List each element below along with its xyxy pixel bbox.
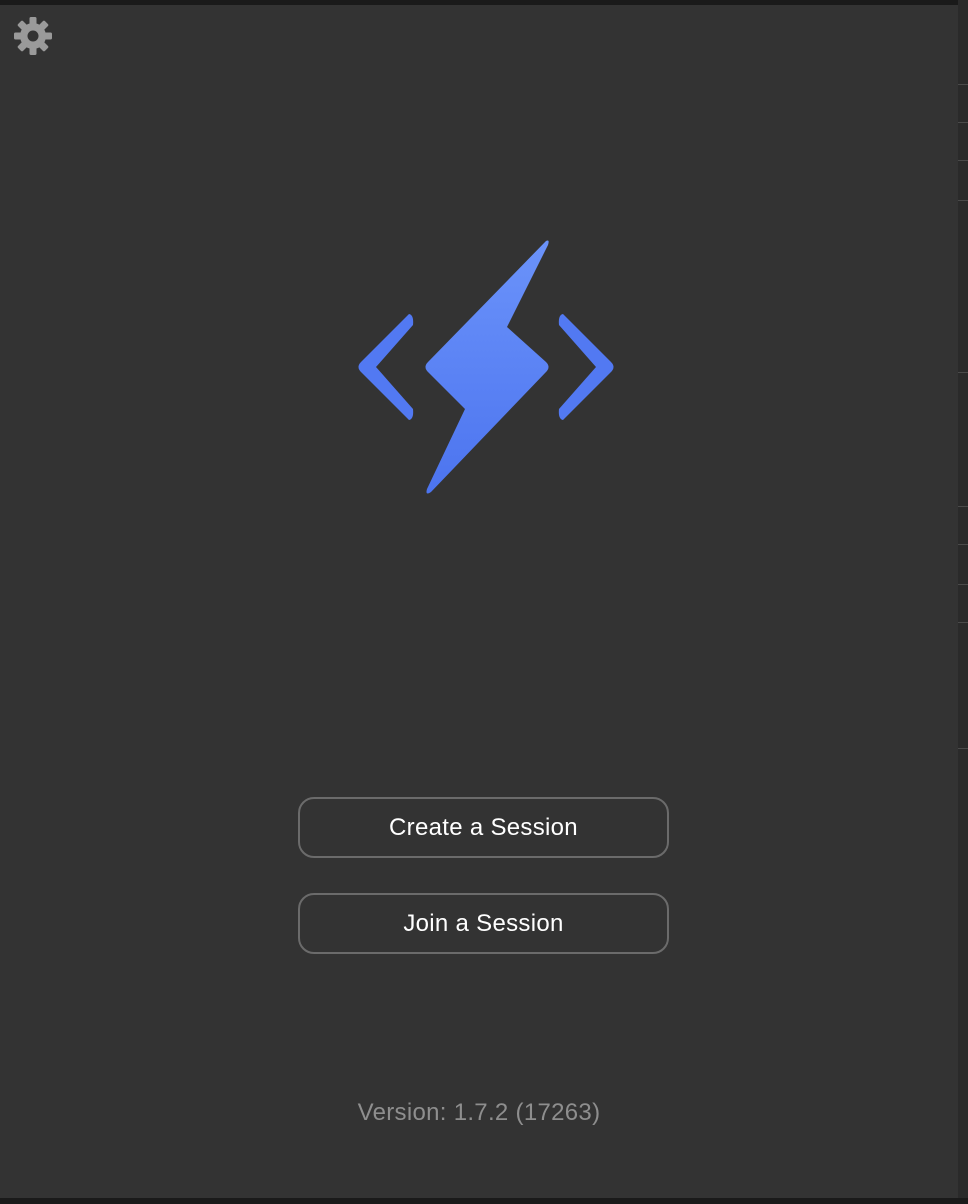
app-window: Create a Session Join a Session Version:… [0,0,958,1198]
create-session-button[interactable]: Create a Session [298,797,669,858]
version-label: Version: 1.7.2 (17263) [357,1099,601,1126]
gear-icon[interactable] [12,15,54,57]
lightning-bolt-icon [425,240,549,494]
window-bottom-edge [0,1198,968,1204]
adjacent-window-edge [958,0,968,1204]
app-logo [355,238,617,500]
left-bracket-icon [358,314,414,420]
right-bracket-icon [558,314,614,420]
join-session-button[interactable]: Join a Session [298,893,669,954]
